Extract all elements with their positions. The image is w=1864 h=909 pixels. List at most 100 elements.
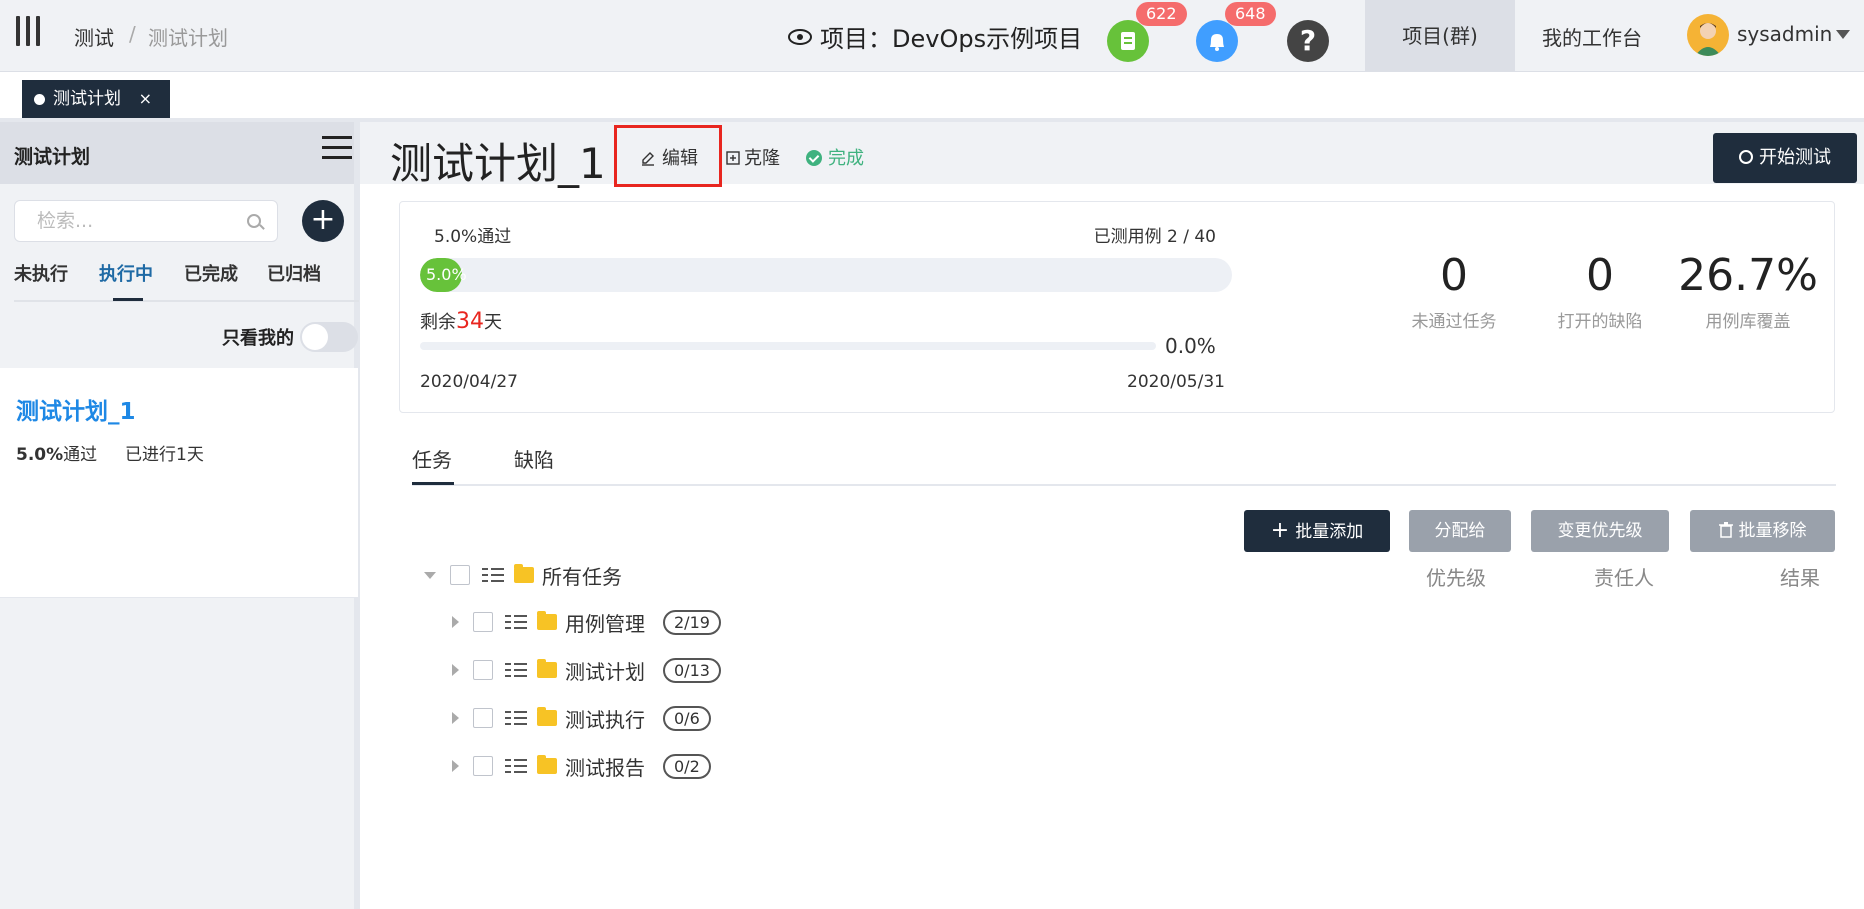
edit-label: 编辑 [662,148,698,169]
time-progress-bar [420,342,1156,350]
bell-icon[interactable] [1196,20,1238,62]
metric-failed-tasks: 0 未通过任务 [1374,250,1534,332]
tree-root[interactable]: 所有任务 [424,560,640,590]
pencil-icon [642,152,654,166]
clone-icon [726,151,740,165]
edit-button[interactable]: 编辑 [640,144,698,170]
tree-node-label: 所有任务 [542,564,622,589]
nav-projects[interactable]: 项目(群) [1365,0,1515,72]
folder-icon [537,659,557,678]
menu-icon[interactable] [16,16,44,46]
checkbox[interactable] [473,756,493,776]
only-mine-label: 只看我的 [222,328,294,349]
check-circle-icon [806,150,822,166]
tab-completed[interactable]: 已完成 [184,260,238,286]
project-selector[interactable]: 项目：DevOps示例项目 [788,19,1082,54]
caret-right-icon[interactable] [452,616,459,628]
caret-right-icon[interactable] [452,664,459,676]
avatar[interactable] [1687,14,1729,56]
caret-right-icon[interactable] [452,712,459,724]
complete-button[interactable]: 完成 [806,144,864,170]
tree-node-count: 0/2 [663,753,711,779]
plan-header: 测试计划_1 编辑 克隆 完成 开始测试 [360,122,1864,188]
eye-icon [788,28,812,45]
nav-workspace[interactable]: 我的工作台 [1542,22,1642,51]
tree-node[interactable]: 测试计划 0/13 [452,655,721,685]
play-circle-icon [1739,150,1753,164]
column-result: 结果 [1780,566,1820,590]
assign-button[interactable]: 分配给 [1409,510,1511,552]
active-tab-indicator [113,298,143,301]
list-menu-icon[interactable] [322,136,352,160]
breadcrumb-separator: / [129,22,136,46]
sidebar-header: 测试计划 [0,122,354,184]
column-priority: 优先级 [1426,566,1486,590]
folder-icon [537,755,557,774]
plan-name[interactable]: 测试计划_1 [16,392,136,426]
start-test-button[interactable]: 开始测试 [1713,133,1857,183]
tab-not-started[interactable]: 未执行 [14,260,68,286]
tree-node[interactable]: 用例管理 2/19 [452,607,721,637]
batch-remove-button[interactable]: 批量移除 [1690,510,1835,552]
tab-archived[interactable]: 已归档 [267,260,321,286]
list-icon [505,661,527,679]
plan-pass-suffix: 通过 [63,445,98,465]
batch-add-label: 批量添加 [1295,522,1364,542]
caret-down-icon[interactable] [424,571,436,579]
plan-elapsed: 已进行1天 [125,445,204,465]
metric-label: 未通过任务 [1411,312,1497,332]
checkbox[interactable] [473,612,493,632]
tab-in-progress[interactable]: 执行中 [99,260,153,286]
pass-rate-label: 5.0%通过 [434,227,512,247]
breadcrumb-test[interactable]: 测试 [74,22,114,51]
page-tab-test-plan[interactable]: 测试计划 × [22,80,170,118]
tab-defects[interactable]: 缺陷 [514,444,554,473]
document-badge: 622 [1136,2,1187,26]
tab-tasks[interactable]: 任务 [412,444,452,473]
complete-label: 完成 [828,148,864,169]
page-title: 测试计划_1 [390,139,606,188]
metric-label: 打开的缺陷 [1557,312,1643,332]
remaining-days-value: 34 [456,309,484,334]
stats-card: 5.0%通过 已测用例 2 / 40 5.0% 剩余34天 0.0% 2020/… [399,201,1835,413]
page-tab-label: 测试计划 [53,89,121,109]
status-tabs: 未执行 执行中 已完成 已归档 [14,260,359,302]
close-icon[interactable]: × [139,80,152,118]
help-icon[interactable]: ? [1287,20,1329,62]
batch-add-button[interactable]: + 批量添加 [1244,510,1390,552]
list-icon [482,566,504,584]
start-test-label: 开始测试 [1759,147,1831,168]
batch-remove-label: 批量移除 [1738,521,1807,541]
time-progress-pct: 0.0% [1165,334,1216,358]
search-input[interactable] [37,201,237,241]
list-icon [505,709,527,727]
checkbox[interactable] [473,708,493,728]
chevron-down-icon[interactable] [1836,30,1850,39]
only-mine-toggle[interactable] [300,322,358,352]
checkbox[interactable] [450,565,470,585]
pass-progress-fill: 5.0% [420,258,467,292]
project-label: 项目：DevOps示例项目 [820,25,1083,53]
metric-value: 0 [1440,250,1468,301]
tree-node-count: 2/19 [663,609,721,635]
document-icon[interactable] [1107,20,1149,62]
tree-node[interactable]: 测试报告 0/2 [452,751,711,781]
username[interactable]: sysadmin [1737,22,1832,46]
metric-label: 用例库覆盖 [1705,312,1791,332]
top-bar: 测试 / 测试计划 项目：DevOps示例项目 622 648 ? 项目(群) … [0,0,1864,72]
caret-right-icon[interactable] [452,760,459,772]
search-box [14,200,278,242]
plan-card[interactable]: 测试计划_1 5.0%通过 已进行1天 [0,368,358,598]
plan-pass-rate: 5.0%通过 [16,440,97,465]
clone-button[interactable]: 克隆 [726,144,780,170]
notification-badge: 648 [1225,2,1276,26]
tested-cases-label: 已测用例 2 / 40 [1093,227,1216,247]
tree-node[interactable]: 测试执行 0/6 [452,703,711,733]
search-icon[interactable] [247,214,261,228]
folder-icon [537,611,557,630]
add-plan-button[interactable]: + [302,200,344,242]
metric-open-defects: 0 打开的缺陷 [1520,250,1680,332]
checkbox[interactable] [473,660,493,680]
change-priority-button[interactable]: 变更优先级 [1531,510,1669,552]
end-date: 2020/05/31 [1127,372,1225,392]
